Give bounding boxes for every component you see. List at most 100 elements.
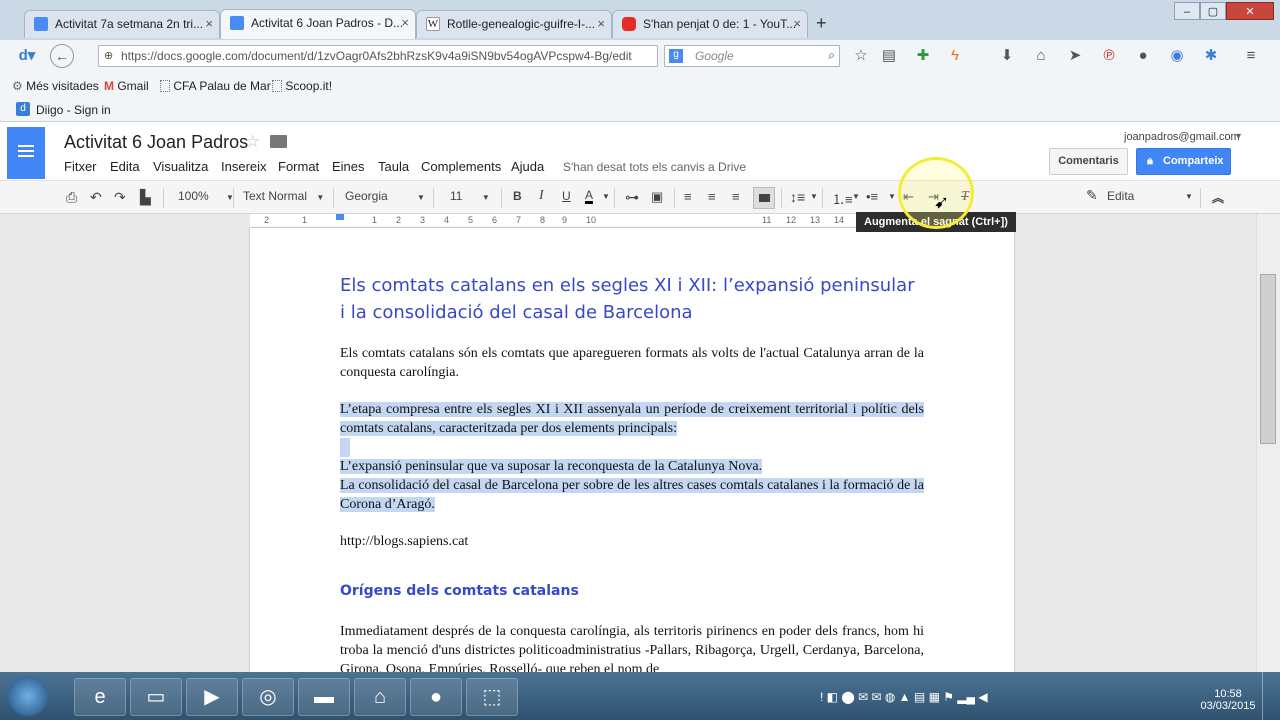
- chevron-down-icon[interactable]: ▼: [888, 192, 896, 201]
- menu-table[interactable]: Taula: [378, 159, 409, 174]
- home-icon[interactable]: ⌂: [1032, 47, 1050, 65]
- doc-title[interactable]: Activitat 6 Joan Padros: [64, 132, 248, 153]
- line-spacing-icon[interactable]: ↕≡: [790, 189, 805, 205]
- show-desktop-button[interactable]: [1262, 672, 1276, 720]
- chevron-down-icon[interactable]: ▼: [1234, 131, 1243, 141]
- scrollbar[interactable]: [1256, 214, 1280, 672]
- font-select[interactable]: Georgia ▼: [345, 189, 425, 203]
- settings-star-icon[interactable]: ✱: [1202, 47, 1220, 65]
- diigo-icon[interactable]: d▾: [18, 47, 36, 65]
- start-button[interactable]: [8, 676, 48, 716]
- folder-icon[interactable]: [270, 135, 287, 148]
- explorer-window-icon[interactable]: ▭: [130, 678, 182, 716]
- font-size-select[interactable]: 11 ▼: [450, 189, 490, 203]
- italic-icon[interactable]: I: [539, 188, 544, 204]
- menu-icon[interactable]: ≡: [1242, 47, 1260, 65]
- ie-icon[interactable]: e: [74, 678, 126, 716]
- edit-mode-select[interactable]: Edita: [1107, 189, 1134, 203]
- search-icon[interactable]: ⌕: [828, 48, 835, 63]
- pinterest-icon[interactable]: ℗: [1100, 47, 1118, 65]
- menu-help[interactable]: Ajuda: [511, 159, 544, 174]
- menu-edit[interactable]: Edita: [110, 159, 140, 174]
- firefox-icon[interactable]: ●: [410, 678, 462, 716]
- user-email[interactable]: joanpadros@gmail.com: [1124, 131, 1240, 143]
- menu-tools[interactable]: Eines: [332, 159, 365, 174]
- align-center-icon[interactable]: ≡: [708, 189, 716, 204]
- chevron-down-icon[interactable]: ▼: [1185, 192, 1193, 201]
- paint-format-icon[interactable]: ▙: [140, 189, 151, 206]
- bulleted-list-icon[interactable]: •≡: [866, 189, 878, 204]
- redo-icon[interactable]: ↷: [114, 189, 126, 206]
- source-link[interactable]: http://blogs.sapiens.cat: [340, 532, 924, 551]
- menu-format[interactable]: Format: [278, 159, 319, 174]
- comments-button[interactable]: Comentaris: [1049, 148, 1128, 175]
- bookmark-scoopit[interactable]: Scoop.it!: [272, 79, 332, 93]
- star-icon[interactable]: ☆: [852, 47, 870, 65]
- paragraph[interactable]: Els comtats catalans són els comtats que…: [340, 344, 924, 382]
- bookmark-gmail[interactable]: M Gmail: [104, 79, 149, 93]
- maximize-button[interactable]: ▢: [1200, 2, 1226, 20]
- link-icon[interactable]: ⊶: [625, 189, 639, 206]
- diigo-sign-in-link[interactable]: Diigo - Sign in: [36, 103, 111, 117]
- media-player-icon[interactable]: ▶: [186, 678, 238, 716]
- chrome-icon[interactable]: ◎: [242, 678, 294, 716]
- menu-view[interactable]: Visualitza: [153, 159, 208, 174]
- numbered-list-icon[interactable]: ⒈≡: [832, 189, 853, 208]
- chat-icon[interactable]: ●: [1134, 47, 1152, 65]
- paragraph[interactable]: Immediatament després de la conquesta ca…: [340, 622, 924, 672]
- folder-icon[interactable]: ▬: [298, 678, 350, 716]
- text-color-icon[interactable]: A: [585, 189, 594, 204]
- back-button[interactable]: ←: [50, 44, 74, 68]
- addon-icon[interactable]: ◉: [1168, 47, 1186, 65]
- search-bar[interactable]: g Google ⌕: [664, 45, 840, 67]
- addon-plus-icon[interactable]: ✚: [914, 47, 932, 65]
- browser-tab-3[interactable]: W Rotlle-genealogic-guifre-I-... ×: [416, 10, 612, 38]
- reading-list-icon[interactable]: ▤: [880, 47, 898, 65]
- collapse-icon[interactable]: ︽: [1212, 189, 1224, 206]
- undo-icon[interactable]: ↶: [90, 189, 102, 206]
- bookmark-cfa[interactable]: CFA Palau de Mar: [160, 79, 271, 93]
- close-icon[interactable]: ×: [205, 16, 213, 31]
- addon-flash-icon[interactable]: ϟ: [946, 47, 964, 65]
- docs-logo-icon[interactable]: [7, 127, 45, 179]
- browser-tab-4[interactable]: S'han penjat 0 de: 1 - YouT... ×: [612, 10, 808, 38]
- url-bar[interactable]: ⊕ https://docs.google.com/document/d/1zv…: [98, 45, 658, 67]
- hp-icon[interactable]: ⌂: [354, 678, 406, 716]
- close-icon[interactable]: ×: [401, 15, 409, 30]
- new-tab-button[interactable]: +: [816, 13, 827, 34]
- browser-tab-1[interactable]: Activitat 7a setmana 2n tri... ×: [24, 10, 220, 38]
- send-icon[interactable]: ➤: [1066, 47, 1084, 65]
- menu-insert[interactable]: Insereix: [221, 159, 267, 174]
- browser-tab-2[interactable]: Activitat 6 Joan Padros - D... ×: [220, 9, 416, 39]
- paragraph-selected[interactable]: L’etapa compresa entre els segles XI i X…: [340, 400, 924, 438]
- align-right-icon[interactable]: ≡: [732, 189, 740, 204]
- underline-icon[interactable]: U: [562, 189, 571, 203]
- bookmark-most-visited[interactable]: ⚙ Més visitades: [12, 79, 99, 93]
- align-left-icon[interactable]: ≡: [684, 189, 692, 204]
- download-icon[interactable]: ⬇: [998, 47, 1016, 65]
- print-icon[interactable]: ⎙: [66, 189, 77, 206]
- chevron-down-icon[interactable]: ▼: [602, 192, 610, 201]
- star-icon[interactable]: ☆: [245, 132, 260, 152]
- chevron-down-icon[interactable]: ▼: [810, 192, 818, 201]
- close-icon[interactable]: ×: [793, 16, 801, 31]
- screen-capture-icon[interactable]: ⬚: [466, 678, 518, 716]
- indent-marker-icon[interactable]: [336, 214, 344, 220]
- doc-heading[interactable]: Els comtats catalans en els segles XI i …: [340, 272, 924, 326]
- document-page[interactable]: Els comtats catalans en els segles XI i …: [250, 228, 1014, 672]
- bold-icon[interactable]: B: [513, 189, 522, 203]
- doc-subheading[interactable]: Orígens dels comtats catalans: [340, 583, 579, 599]
- clock[interactable]: 10:58 03/03/2015: [1200, 688, 1256, 712]
- close-icon[interactable]: ×: [597, 16, 605, 31]
- menu-addons[interactable]: Complements: [421, 159, 501, 174]
- close-window-button[interactable]: ✕: [1226, 2, 1274, 20]
- comment-icon[interactable]: ▣: [651, 189, 663, 205]
- style-select[interactable]: Text Normal ▼: [243, 189, 324, 203]
- paragraph-selected[interactable]: L’expansió peninsular que va suposar la …: [340, 457, 924, 476]
- menu-file[interactable]: Fitxer: [64, 159, 97, 174]
- chevron-down-icon[interactable]: ▼: [852, 192, 860, 201]
- minimize-button[interactable]: –: [1174, 2, 1200, 20]
- scrollbar-thumb[interactable]: [1260, 274, 1276, 444]
- paragraph-selected[interactable]: La consolidació del casal de Barcelona p…: [340, 476, 924, 514]
- zoom-select[interactable]: 100% ▼: [178, 189, 234, 203]
